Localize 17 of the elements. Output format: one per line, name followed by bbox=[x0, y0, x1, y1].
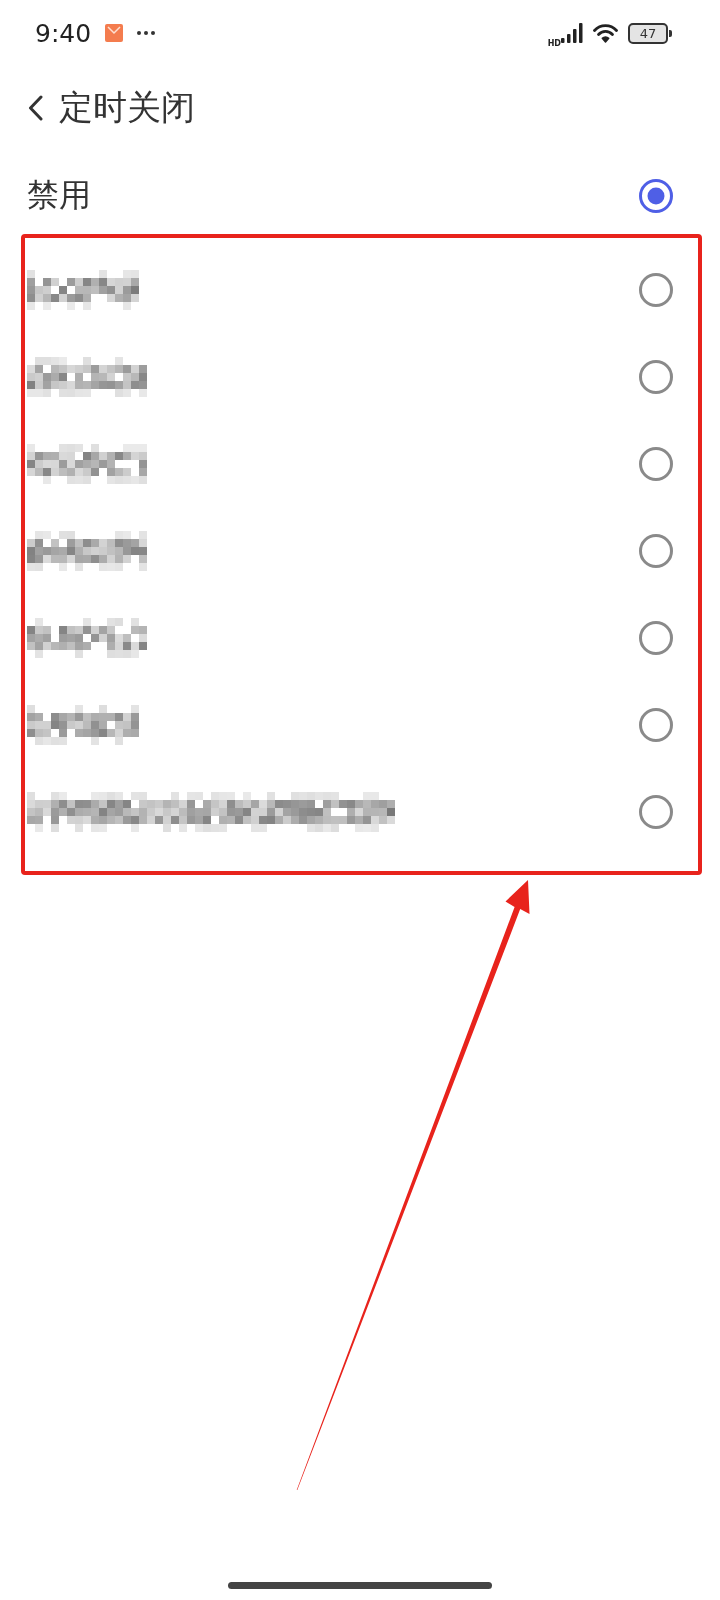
radio-button[interactable] bbox=[639, 446, 673, 481]
signal-icon bbox=[561, 23, 583, 43]
network-type-label: HD bbox=[547, 38, 561, 48]
radio-button[interactable] bbox=[639, 272, 673, 307]
radio-button[interactable] bbox=[639, 707, 673, 742]
status-time: 9:40 bbox=[35, 18, 92, 48]
radio-button[interactable] bbox=[639, 179, 673, 213]
more-dots-icon bbox=[137, 31, 156, 35]
radio-button[interactable] bbox=[639, 533, 673, 568]
page-title: 定时关闭 bbox=[59, 86, 195, 129]
wifi-icon bbox=[593, 23, 618, 43]
envelope-icon bbox=[105, 24, 124, 42]
radio-button[interactable] bbox=[639, 620, 673, 655]
back-icon[interactable] bbox=[28, 95, 43, 121]
radio-button[interactable] bbox=[639, 794, 673, 829]
option-label: 禁用 bbox=[27, 175, 91, 216]
radio-button[interactable] bbox=[639, 359, 673, 394]
